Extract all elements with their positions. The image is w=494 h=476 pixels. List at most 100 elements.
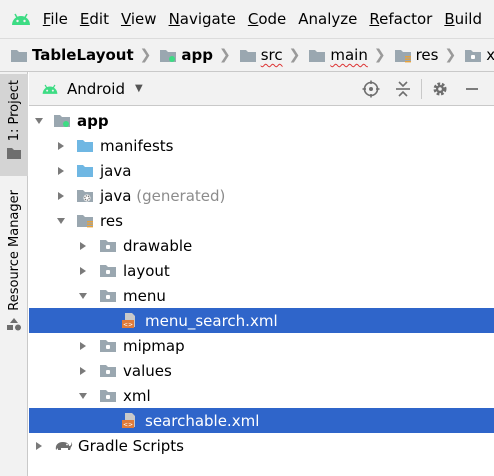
folder-icon	[99, 288, 117, 303]
gear-icon[interactable]	[424, 80, 456, 98]
breadcrumb-label: src	[260, 46, 283, 64]
resource-folder-icon	[76, 213, 94, 229]
gradle-elephant-icon	[53, 438, 73, 453]
tree-node-layout[interactable]: layout	[29, 258, 494, 283]
xml-file-icon: <>	[121, 312, 139, 329]
tree-node-label: app	[77, 111, 109, 130]
tree-node-label: Gradle Scripts	[78, 436, 184, 455]
tree-node-label: drawable	[123, 236, 193, 255]
tree-node-drawable[interactable]: drawable	[29, 233, 494, 258]
breadcrumb-label: main	[330, 46, 368, 64]
chevron-right-icon: ❯	[444, 47, 457, 63]
resource-manager-tab[interactable]: Resource Manager	[0, 190, 28, 335]
breadcrumb: TableLayout ❯ app ❯ src ❯ main ❯ res ❯ x…	[0, 38, 494, 72]
tree-node-java-generated[interactable]: java (generated)	[29, 183, 494, 208]
project-view-selector[interactable]: Android	[67, 80, 125, 98]
tree-node-java[interactable]: java	[29, 158, 494, 183]
breadcrumb-item-src[interactable]: src ❯	[239, 46, 307, 64]
caret-right-icon[interactable]	[77, 265, 89, 277]
tree-node-menu[interactable]: menu	[29, 283, 494, 308]
left-tool-strip: 1: Project Resource Manager	[0, 72, 28, 476]
tree-node-label: java (generated)	[100, 187, 225, 205]
tree-node-app[interactable]: app	[29, 108, 494, 133]
tree-node-label: searchable.xml	[145, 411, 260, 430]
project-tool-tab[interactable]: 1: Project	[0, 74, 28, 176]
breadcrumb-label: xml	[486, 46, 494, 64]
breadcrumb-label: TableLayout	[32, 46, 134, 64]
folder-icon	[308, 48, 326, 63]
module-folder-icon	[53, 113, 71, 128]
tree-node-xml[interactable]: xml	[29, 383, 494, 408]
tree-node-gradle-scripts[interactable]: Gradle Scripts	[29, 433, 494, 458]
toolbar-divider	[421, 79, 422, 99]
caret-right-icon[interactable]	[55, 140, 67, 152]
caret-right-icon[interactable]	[33, 440, 45, 452]
menu-navigate[interactable]: Navigate	[169, 10, 243, 28]
locate-icon[interactable]	[355, 80, 387, 98]
breadcrumb-item-res[interactable]: res ❯	[394, 46, 463, 64]
menu-code[interactable]: Code	[248, 10, 293, 28]
menu-view[interactable]: View	[121, 10, 164, 28]
generated-folder-icon	[76, 188, 94, 204]
caret-down-icon[interactable]	[77, 390, 89, 402]
breadcrumb-label: res	[415, 46, 439, 64]
menu-bar: File Edit View Navigate Code Analyze Ref…	[0, 0, 494, 38]
menu-file[interactable]: File	[43, 10, 75, 28]
breadcrumb-item-main[interactable]: main ❯	[308, 46, 391, 64]
svg-text:<>: <>	[123, 422, 133, 429]
caret-right-icon[interactable]	[55, 190, 67, 202]
tree-node-mipmap[interactable]: mipmap	[29, 333, 494, 358]
folder-icon	[99, 238, 117, 253]
folder-icon	[239, 48, 257, 63]
tree-node-label: layout	[123, 261, 170, 280]
resource-manager-label: Resource Manager	[6, 190, 22, 311]
breadcrumb-item-project[interactable]: TableLayout ❯	[10, 46, 157, 64]
caret-right-icon[interactable]	[55, 165, 67, 177]
folder-icon	[99, 363, 117, 378]
menu-edit[interactable]: Edit	[80, 10, 116, 28]
menu-build[interactable]: Build	[444, 10, 489, 28]
caret-right-icon[interactable]	[77, 240, 89, 252]
tree-node-values[interactable]: values	[29, 358, 494, 383]
caret-right-icon[interactable]	[77, 340, 89, 352]
tree-node-label: mipmap	[123, 336, 185, 355]
tree-node-menu-search-xml[interactable]: <> menu_search.xml	[29, 308, 494, 333]
caret-down-icon[interactable]	[33, 115, 45, 127]
tree-node-label: xml	[123, 386, 151, 405]
breadcrumb-item-xml[interactable]: xml ❯	[464, 46, 494, 64]
folder-icon	[10, 48, 28, 63]
folder-icon	[6, 147, 22, 164]
folder-icon	[464, 48, 482, 63]
toolbar-icons	[355, 72, 488, 106]
folder-icon	[99, 338, 117, 353]
tree-node-manifests[interactable]: manifests	[29, 133, 494, 158]
android-icon	[0, 12, 43, 26]
tree-node-res[interactable]: res	[29, 208, 494, 233]
folder-icon	[76, 163, 94, 178]
chevron-right-icon: ❯	[288, 47, 301, 63]
tree-node-label: res	[100, 211, 123, 230]
module-folder-icon	[159, 48, 177, 63]
chevron-right-icon: ❯	[139, 47, 152, 63]
generated-suffix: (generated)	[136, 186, 226, 205]
chevron-down-icon[interactable]: ▼	[135, 83, 143, 94]
breadcrumb-item-app[interactable]: app ❯	[159, 46, 236, 64]
folder-icon	[99, 388, 117, 403]
minimize-icon[interactable]	[456, 81, 488, 97]
android-icon	[41, 83, 59, 95]
svg-text:<>: <>	[123, 322, 133, 329]
chevron-right-icon: ❯	[373, 47, 386, 63]
collapse-icon[interactable]	[387, 80, 419, 98]
caret-right-icon[interactable]	[77, 365, 89, 377]
tree-node-searchable-xml[interactable]: <> searchable.xml	[29, 408, 494, 433]
chevron-right-icon: ❯	[218, 47, 231, 63]
tree-node-label-text: java	[100, 186, 132, 205]
menu-analyze[interactable]: Analyze	[298, 10, 364, 28]
folder-icon	[76, 138, 94, 153]
caret-down-icon[interactable]	[77, 290, 89, 302]
caret-down-icon[interactable]	[55, 215, 67, 227]
menu-refactor[interactable]: Refactor	[369, 10, 439, 28]
resource-manager-icon	[6, 317, 22, 335]
tree-node-label: manifests	[100, 136, 174, 155]
tree-node-label: values	[123, 361, 172, 380]
